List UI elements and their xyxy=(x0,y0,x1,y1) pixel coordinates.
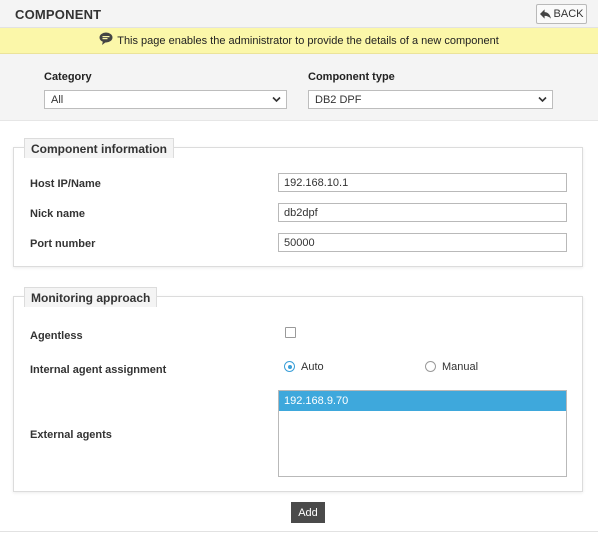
component-type-select[interactable]: DB2 DPF xyxy=(308,90,553,109)
category-label: Category xyxy=(44,71,92,83)
auto-radio-label: Auto xyxy=(301,361,324,373)
divider xyxy=(0,531,598,532)
manual-radio-label: Manual xyxy=(442,361,479,373)
back-button-label: BACK xyxy=(553,8,584,20)
list-item[interactable]: 192.168.9.70 xyxy=(279,391,566,411)
nick-name-input-value: db2dpf xyxy=(284,206,318,219)
host-input-value: 192.168.10.1 xyxy=(284,176,349,189)
external-agents-label: External agents xyxy=(30,429,112,441)
auto-radio[interactable] xyxy=(284,361,295,372)
agentless-label: Agentless xyxy=(30,330,83,342)
external-agents-listbox[interactable]: 192.168.9.70 xyxy=(278,390,567,477)
speech-bubble-icon xyxy=(99,32,113,45)
component-type-select-value: DB2 DPF xyxy=(315,93,362,106)
nick-name-label: Nick name xyxy=(30,208,86,220)
component-type-label: Component type xyxy=(308,71,395,83)
manual-radio[interactable] xyxy=(425,361,436,372)
chevron-down-icon xyxy=(538,96,547,103)
monitoring-approach-legend: Monitoring approach xyxy=(24,287,158,307)
info-notice: This page enables the administrator to p… xyxy=(0,28,598,54)
nick-name-input[interactable]: db2dpf xyxy=(278,203,567,222)
chevron-down-icon xyxy=(272,96,281,103)
category-select-value: All xyxy=(51,93,64,106)
notice-text: This page enables the administrator to p… xyxy=(117,34,499,47)
selector-panel: Category All Component type DB2 DPF xyxy=(0,54,598,121)
host-label: Host IP/Name xyxy=(30,178,101,190)
page-header: COMPONENT BACK xyxy=(0,0,598,28)
category-select[interactable]: All xyxy=(44,90,287,109)
port-number-input[interactable]: 50000 xyxy=(278,233,567,252)
back-button[interactable]: BACK xyxy=(536,4,587,24)
back-arrow-icon xyxy=(539,9,551,19)
component-information-legend: Component information xyxy=(24,138,174,158)
port-number-label: Port number xyxy=(30,238,96,250)
page-title: COMPONENT xyxy=(15,7,102,22)
add-button[interactable]: Add xyxy=(291,502,325,523)
agentless-checkbox[interactable] xyxy=(285,327,296,338)
host-input[interactable]: 192.168.10.1 xyxy=(278,173,567,192)
internal-agent-label: Internal agent assignment xyxy=(30,364,167,376)
port-number-input-value: 50000 xyxy=(284,236,315,249)
